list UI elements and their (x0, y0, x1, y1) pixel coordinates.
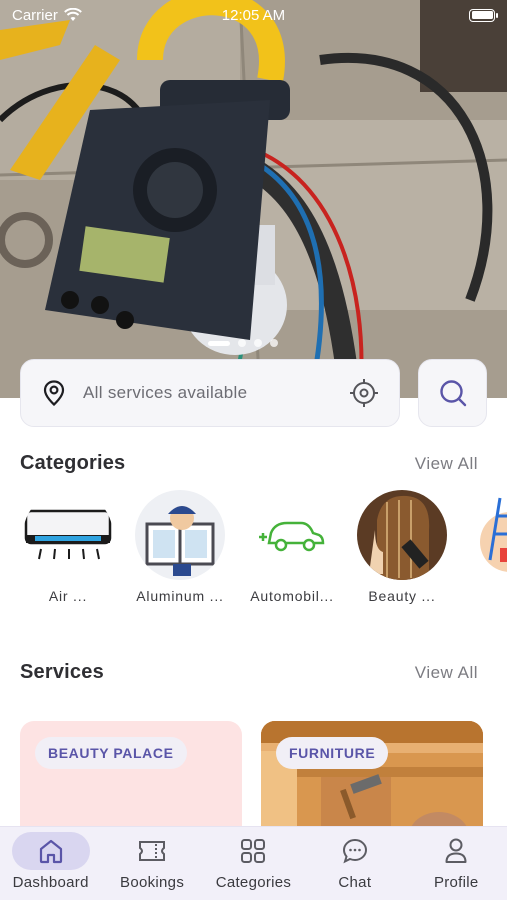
tab-label: Profile (433, 874, 479, 891)
service-category-tag: BEAUTY PALACE (35, 737, 187, 769)
category-label: Automobil... (250, 588, 334, 604)
services-header: Services View All (20, 661, 478, 684)
home-icon (39, 839, 62, 864)
tab-label: Categories (215, 874, 292, 891)
status-bar: Carrier 12:05 AM (0, 0, 507, 30)
user-icon (445, 838, 467, 863)
tab-dashboard[interactable]: Dashboard (1, 827, 101, 891)
category-label: Aluminum ... (136, 588, 224, 604)
tab-categories[interactable]: Categories (203, 827, 303, 891)
category-label: Beauty ... (368, 588, 436, 604)
electric-car-icon (247, 490, 337, 580)
carousel-dot[interactable] (270, 339, 278, 347)
tab-profile[interactable]: Profile (406, 827, 506, 891)
category-label: bu (460, 588, 507, 604)
chat-bubble-icon (342, 838, 367, 864)
tab-chat[interactable]: Chat (305, 827, 405, 891)
category-item-aluminum[interactable]: Aluminum ... (125, 490, 235, 604)
ticket-icon (139, 841, 166, 861)
hair-brush-icon (357, 490, 447, 580)
tab-label: Bookings (120, 874, 185, 891)
current-location-icon[interactable] (347, 376, 381, 410)
category-item-automobile[interactable]: Automobil... (237, 490, 347, 604)
bottom-tab-bar[interactable]: Dashboard Bookings Categories Chat Profi… (0, 826, 507, 900)
ladder-icon (470, 490, 507, 580)
air-conditioner-icon (23, 490, 113, 580)
location-search-field[interactable]: All services available (20, 359, 400, 427)
carousel-dot[interactable] (254, 339, 262, 347)
carousel-dot[interactable] (208, 340, 230, 346)
tab-label: Dashboard (12, 874, 89, 891)
categories-list[interactable]: Air ... Aluminum ... Automobil... Beauty… (20, 490, 507, 610)
service-category-tag: FURNITURE (276, 737, 389, 769)
category-label: Air ... (48, 588, 88, 604)
services-view-all-link[interactable]: View All (415, 663, 478, 683)
categories-title: Categories (20, 452, 126, 474)
tab-label: Chat (338, 874, 372, 891)
location-pin-icon (39, 378, 69, 408)
category-item-beauty[interactable]: Beauty ... (347, 490, 457, 604)
categories-view-all-link[interactable]: View All (415, 454, 478, 474)
aluminum-worker-icon (135, 490, 225, 580)
search-placeholder[interactable]: All services available (83, 383, 347, 403)
carousel-dot[interactable] (238, 339, 246, 347)
grid-icon (241, 839, 266, 863)
carousel-indicator[interactable] (208, 339, 278, 347)
hero-banner[interactable]: Carrier 12:05 AM (0, 0, 507, 398)
categories-header: Categories View All (20, 452, 478, 475)
search-button[interactable] (418, 359, 487, 427)
status-time: 12:05 AM (221, 6, 286, 24)
category-item-bu[interactable]: bu (460, 490, 507, 604)
battery-icon (469, 8, 498, 22)
search-icon (439, 380, 466, 407)
services-title: Services (20, 661, 104, 683)
tab-bookings[interactable]: Bookings (102, 827, 202, 891)
category-item-air[interactable]: Air ... (20, 490, 123, 604)
